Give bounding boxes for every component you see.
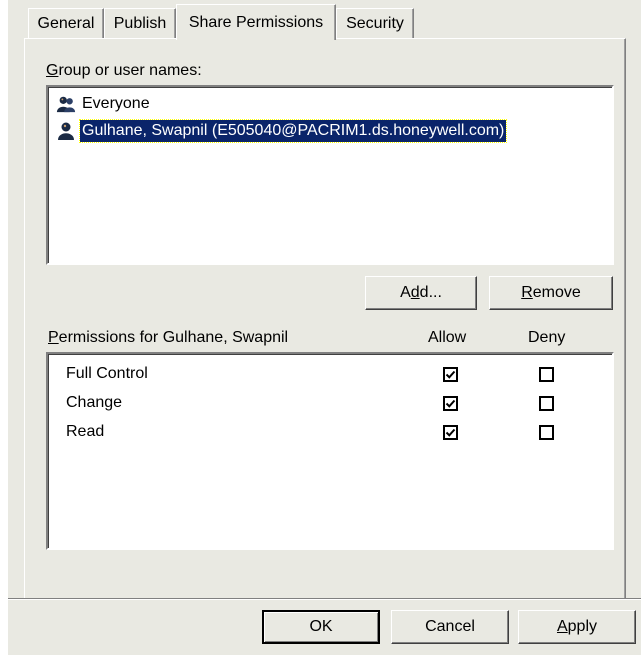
allow-checkbox-full-control[interactable] <box>443 367 458 382</box>
tab-publish[interactable]: Publish <box>104 8 176 38</box>
deny-checkbox-full-control[interactable] <box>539 367 554 382</box>
group-icon <box>56 96 76 113</box>
ok-button-label: OK <box>309 618 333 635</box>
permissions-list: Full Control Change Read <box>46 352 614 550</box>
apply-button-label: Apply <box>556 618 598 635</box>
allow-header: Allow <box>428 329 467 346</box>
tab-security[interactable]: Security <box>336 8 414 38</box>
tab-share-permissions[interactable]: Share Permissions <box>176 4 336 40</box>
group-names-listbox[interactable]: Everyone Gulhane, Swapnil (E505040@PACRI… <box>46 85 614 265</box>
add-button[interactable]: Add... <box>365 276 477 310</box>
list-item-selected[interactable]: Gulhane, Swapnil (E505040@PACRIM1.ds.hon… <box>56 119 508 143</box>
list-item-label: Gulhane, Swapnil (E505040@PACRIM1.ds.hon… <box>78 119 508 143</box>
permission-row: Full Control <box>66 360 148 388</box>
group-names-label: Group or user names: <box>46 62 202 79</box>
add-button-label: Add... <box>400 284 442 301</box>
user-icon <box>58 122 74 140</box>
permission-name: Change <box>66 394 123 411</box>
deny-checkbox-read[interactable] <box>539 425 554 440</box>
checkmark-icon <box>445 370 456 379</box>
cancel-button[interactable]: Cancel <box>391 610 509 644</box>
deny-checkbox-change[interactable] <box>539 396 554 411</box>
permission-name: Read <box>66 423 105 440</box>
list-item[interactable]: Everyone <box>56 92 152 116</box>
permission-row: Change <box>66 389 122 417</box>
apply-button[interactable]: Apply <box>518 610 636 644</box>
checkmark-icon <box>445 428 456 437</box>
permission-row: Read <box>66 418 104 446</box>
footer-divider <box>8 598 641 600</box>
ok-button[interactable]: OK <box>262 610 380 644</box>
tab-label: Publish <box>113 14 167 32</box>
tab-label: Security <box>346 14 404 32</box>
allow-checkbox-change[interactable] <box>443 396 458 411</box>
remove-button[interactable]: Remove <box>489 276 613 310</box>
tab-label: General <box>37 14 95 32</box>
list-item-label: Everyone <box>82 95 150 112</box>
tab-label: Share Permissions <box>188 13 324 31</box>
share-permissions-dialog: General Publish Share Permissions Securi… <box>0 0 641 655</box>
cancel-button-label: Cancel <box>425 618 475 635</box>
deny-header: Deny <box>528 329 566 346</box>
checkmark-icon <box>445 399 456 408</box>
permissions-label: Permissions for Gulhane, Swapnil <box>48 329 289 346</box>
remove-button-label: Remove <box>521 284 581 301</box>
tab-general[interactable]: General <box>28 8 104 38</box>
permission-name: Full Control <box>66 365 148 382</box>
allow-checkbox-read[interactable] <box>443 425 458 440</box>
